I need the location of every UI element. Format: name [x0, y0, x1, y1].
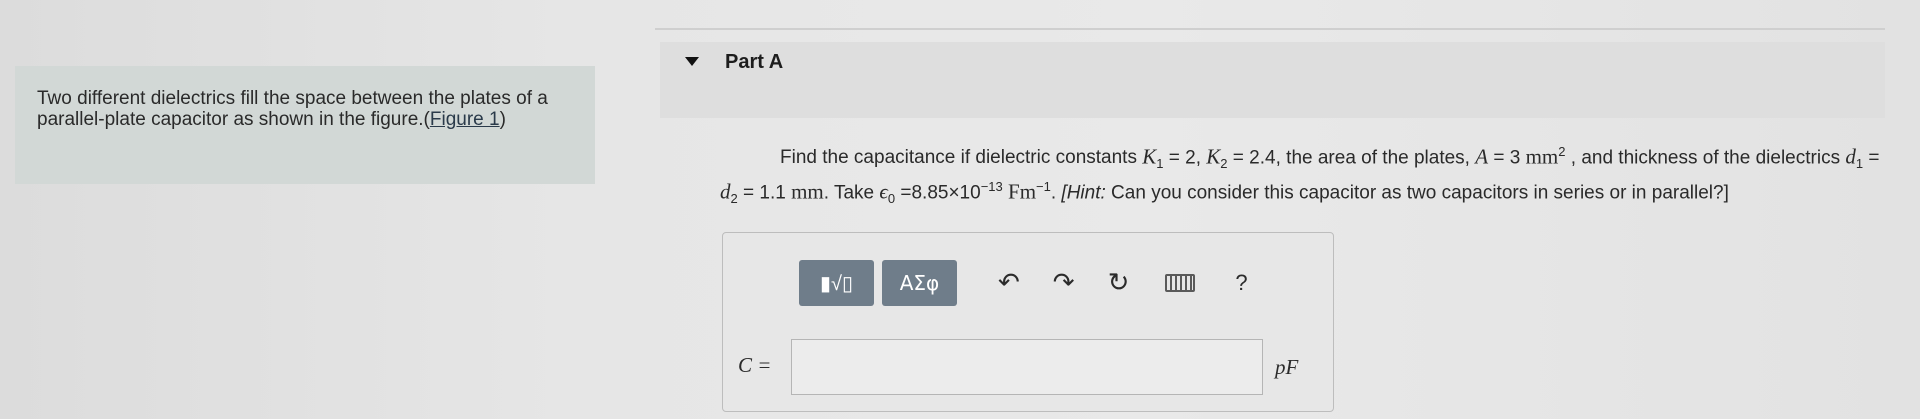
answer-panel: ▮√▯ ΑΣφ ↶ ↷ ↻ ? C = pF	[722, 232, 1334, 412]
answer-label: C =	[738, 353, 772, 377]
question-text: Find the capacitance if dielectric const…	[720, 144, 1880, 207]
math-toolbar: ▮√▯ ΑΣφ ↶ ↷ ↻ ?	[799, 258, 1248, 308]
answer-input[interactable]	[791, 339, 1263, 395]
divider	[655, 28, 1885, 30]
templates-button[interactable]: ▮√▯	[799, 260, 874, 306]
close-paren: )	[499, 109, 506, 130]
help-icon[interactable]: ?	[1235, 270, 1247, 296]
greek-symbols-button[interactable]: ΑΣφ	[882, 260, 957, 306]
collapse-caret-icon[interactable]	[685, 57, 699, 66]
undo-icon[interactable]: ↶	[998, 268, 1020, 298]
problem-intro-panel: Two different dielectrics fill the space…	[15, 66, 595, 184]
part-title: Part A	[725, 51, 784, 73]
keyboard-icon[interactable]	[1165, 274, 1196, 292]
reset-icon[interactable]: ↻	[1108, 268, 1130, 298]
hint-label: [Hint:	[1061, 182, 1106, 204]
answer-unit: pF	[1275, 355, 1299, 379]
part-a-header[interactable]: Part A	[660, 42, 1885, 118]
figure-link[interactable]: Figure 1	[430, 109, 500, 130]
hint-text: Can you consider this capacitor as two c…	[1105, 182, 1729, 204]
redo-icon[interactable]: ↷	[1053, 268, 1075, 298]
